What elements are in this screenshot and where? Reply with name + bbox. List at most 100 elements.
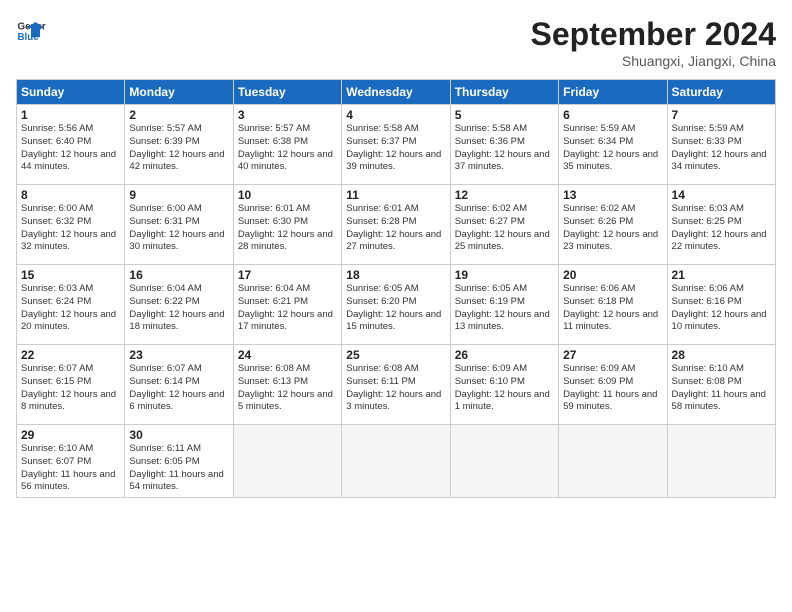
day-info: Sunrise: 5:59 AMSunset: 6:34 PMDaylight:… [563, 123, 662, 174]
calendar-table: Sunday Monday Tuesday Wednesday Thursday… [16, 79, 776, 498]
calendar-cell: 17Sunrise: 6:04 AMSunset: 6:21 PMDayligh… [233, 265, 341, 345]
day-number: 13 [563, 188, 662, 202]
calendar-cell: 15Sunrise: 6:03 AMSunset: 6:24 PMDayligh… [17, 265, 125, 345]
col-friday: Friday [559, 80, 667, 105]
calendar-cell: 3Sunrise: 5:57 AMSunset: 6:38 PMDaylight… [233, 105, 341, 185]
location-subtitle: Shuangxi, Jiangxi, China [531, 53, 776, 69]
col-sunday: Sunday [17, 80, 125, 105]
day-info: Sunrise: 6:05 AMSunset: 6:19 PMDaylight:… [455, 283, 554, 334]
day-info: Sunrise: 6:02 AMSunset: 6:26 PMDaylight:… [563, 203, 662, 254]
day-info: Sunrise: 6:10 AMSunset: 6:07 PMDaylight:… [21, 443, 120, 494]
calendar-cell: 2Sunrise: 5:57 AMSunset: 6:39 PMDaylight… [125, 105, 233, 185]
calendar-cell: 11Sunrise: 6:01 AMSunset: 6:28 PMDayligh… [342, 185, 450, 265]
calendar-cell: 30Sunrise: 6:11 AMSunset: 6:05 PMDayligh… [125, 425, 233, 498]
col-thursday: Thursday [450, 80, 558, 105]
calendar-cell: 4Sunrise: 5:58 AMSunset: 6:37 PMDaylight… [342, 105, 450, 185]
col-tuesday: Tuesday [233, 80, 341, 105]
calendar-cell: 22Sunrise: 6:07 AMSunset: 6:15 PMDayligh… [17, 345, 125, 425]
calendar-cell: 10Sunrise: 6:01 AMSunset: 6:30 PMDayligh… [233, 185, 341, 265]
calendar-cell [342, 425, 450, 498]
day-info: Sunrise: 6:11 AMSunset: 6:05 PMDaylight:… [129, 443, 228, 494]
day-number: 20 [563, 268, 662, 282]
col-wednesday: Wednesday [342, 80, 450, 105]
day-info: Sunrise: 6:00 AMSunset: 6:32 PMDaylight:… [21, 203, 120, 254]
day-info: Sunrise: 6:08 AMSunset: 6:13 PMDaylight:… [238, 363, 337, 414]
day-number: 17 [238, 268, 337, 282]
day-number: 8 [21, 188, 120, 202]
day-number: 14 [672, 188, 771, 202]
calendar-cell: 26Sunrise: 6:09 AMSunset: 6:10 PMDayligh… [450, 345, 558, 425]
day-info: Sunrise: 6:06 AMSunset: 6:16 PMDaylight:… [672, 283, 771, 334]
day-number: 30 [129, 428, 228, 442]
calendar-cell: 9Sunrise: 6:00 AMSunset: 6:31 PMDaylight… [125, 185, 233, 265]
day-info: Sunrise: 5:58 AMSunset: 6:37 PMDaylight:… [346, 123, 445, 174]
day-number: 1 [21, 108, 120, 122]
day-info: Sunrise: 6:06 AMSunset: 6:18 PMDaylight:… [563, 283, 662, 334]
calendar-cell: 23Sunrise: 6:07 AMSunset: 6:14 PMDayligh… [125, 345, 233, 425]
calendar-cell: 25Sunrise: 6:08 AMSunset: 6:11 PMDayligh… [342, 345, 450, 425]
day-number: 18 [346, 268, 445, 282]
day-number: 15 [21, 268, 120, 282]
calendar-cell: 1Sunrise: 5:56 AMSunset: 6:40 PMDaylight… [17, 105, 125, 185]
calendar-cell: 5Sunrise: 5:58 AMSunset: 6:36 PMDaylight… [450, 105, 558, 185]
page-header: General Blue September 2024 Shuangxi, Ji… [16, 16, 776, 69]
day-number: 10 [238, 188, 337, 202]
day-number: 28 [672, 348, 771, 362]
day-number: 7 [672, 108, 771, 122]
day-number: 11 [346, 188, 445, 202]
day-info: Sunrise: 6:08 AMSunset: 6:11 PMDaylight:… [346, 363, 445, 414]
calendar-cell [667, 425, 775, 498]
day-info: Sunrise: 6:10 AMSunset: 6:08 PMDaylight:… [672, 363, 771, 414]
day-info: Sunrise: 5:57 AMSunset: 6:38 PMDaylight:… [238, 123, 337, 174]
calendar-cell: 12Sunrise: 6:02 AMSunset: 6:27 PMDayligh… [450, 185, 558, 265]
day-info: Sunrise: 5:58 AMSunset: 6:36 PMDaylight:… [455, 123, 554, 174]
logo: General Blue [16, 16, 46, 46]
day-info: Sunrise: 6:07 AMSunset: 6:15 PMDaylight:… [21, 363, 120, 414]
day-number: 24 [238, 348, 337, 362]
day-number: 4 [346, 108, 445, 122]
day-number: 26 [455, 348, 554, 362]
day-number: 21 [672, 268, 771, 282]
day-number: 23 [129, 348, 228, 362]
col-saturday: Saturday [667, 80, 775, 105]
day-info: Sunrise: 6:09 AMSunset: 6:09 PMDaylight:… [563, 363, 662, 414]
day-number: 9 [129, 188, 228, 202]
calendar-cell: 13Sunrise: 6:02 AMSunset: 6:26 PMDayligh… [559, 185, 667, 265]
day-info: Sunrise: 6:09 AMSunset: 6:10 PMDaylight:… [455, 363, 554, 414]
calendar-cell: 20Sunrise: 6:06 AMSunset: 6:18 PMDayligh… [559, 265, 667, 345]
calendar-header-row: Sunday Monday Tuesday Wednesday Thursday… [17, 80, 776, 105]
day-info: Sunrise: 6:02 AMSunset: 6:27 PMDaylight:… [455, 203, 554, 254]
calendar-cell [450, 425, 558, 498]
day-number: 22 [21, 348, 120, 362]
day-number: 25 [346, 348, 445, 362]
day-number: 16 [129, 268, 228, 282]
day-info: Sunrise: 6:00 AMSunset: 6:31 PMDaylight:… [129, 203, 228, 254]
day-number: 12 [455, 188, 554, 202]
day-info: Sunrise: 6:01 AMSunset: 6:30 PMDaylight:… [238, 203, 337, 254]
calendar-cell: 18Sunrise: 6:05 AMSunset: 6:20 PMDayligh… [342, 265, 450, 345]
day-info: Sunrise: 5:57 AMSunset: 6:39 PMDaylight:… [129, 123, 228, 174]
calendar-cell: 24Sunrise: 6:08 AMSunset: 6:13 PMDayligh… [233, 345, 341, 425]
month-title: September 2024 [531, 16, 776, 53]
day-info: Sunrise: 6:03 AMSunset: 6:25 PMDaylight:… [672, 203, 771, 254]
calendar-cell: 28Sunrise: 6:10 AMSunset: 6:08 PMDayligh… [667, 345, 775, 425]
day-number: 27 [563, 348, 662, 362]
day-info: Sunrise: 6:07 AMSunset: 6:14 PMDaylight:… [129, 363, 228, 414]
day-info: Sunrise: 5:56 AMSunset: 6:40 PMDaylight:… [21, 123, 120, 174]
day-number: 29 [21, 428, 120, 442]
day-info: Sunrise: 6:01 AMSunset: 6:28 PMDaylight:… [346, 203, 445, 254]
day-number: 3 [238, 108, 337, 122]
calendar-cell: 8Sunrise: 6:00 AMSunset: 6:32 PMDaylight… [17, 185, 125, 265]
calendar-cell: 16Sunrise: 6:04 AMSunset: 6:22 PMDayligh… [125, 265, 233, 345]
calendar-cell: 19Sunrise: 6:05 AMSunset: 6:19 PMDayligh… [450, 265, 558, 345]
day-info: Sunrise: 6:04 AMSunset: 6:21 PMDaylight:… [238, 283, 337, 334]
logo-icon: General Blue [16, 16, 46, 46]
day-info: Sunrise: 6:04 AMSunset: 6:22 PMDaylight:… [129, 283, 228, 334]
calendar-cell [233, 425, 341, 498]
day-info: Sunrise: 6:03 AMSunset: 6:24 PMDaylight:… [21, 283, 120, 334]
day-number: 2 [129, 108, 228, 122]
title-block: September 2024 Shuangxi, Jiangxi, China [531, 16, 776, 69]
calendar-cell: 6Sunrise: 5:59 AMSunset: 6:34 PMDaylight… [559, 105, 667, 185]
calendar-cell: 27Sunrise: 6:09 AMSunset: 6:09 PMDayligh… [559, 345, 667, 425]
day-info: Sunrise: 6:05 AMSunset: 6:20 PMDaylight:… [346, 283, 445, 334]
